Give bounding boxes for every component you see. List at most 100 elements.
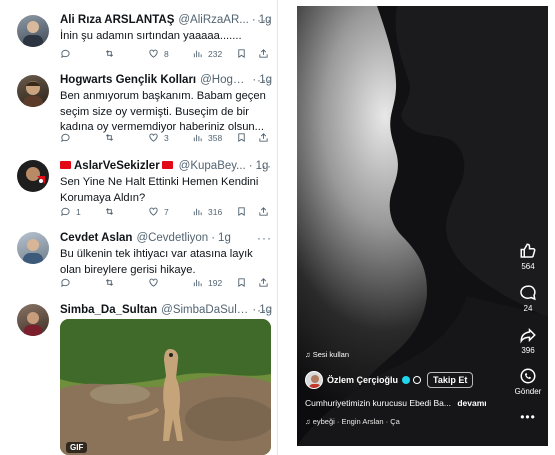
retweet-button[interactable] [104, 132, 138, 143]
reply-button[interactable] [60, 277, 94, 288]
author-name[interactable]: Hogwarts Gençlik Kolları [60, 73, 196, 88]
like-button[interactable]: 3 [148, 132, 182, 143]
like-count: 8 [164, 48, 169, 59]
turkish-flag-icon [60, 161, 71, 169]
reply-icon [61, 207, 70, 217]
caption[interactable]: Cumhuriyetimizin kurucusu Ebedi Ba... de… [305, 398, 487, 408]
bookmark-button[interactable] [236, 206, 248, 217]
more-options-icon[interactable]: ··· [257, 13, 272, 27]
heart-icon [149, 278, 158, 287]
reply-count: 1 [76, 206, 81, 217]
share-icon [259, 133, 268, 142]
timestamp[interactable]: 1g [218, 231, 231, 246]
reply-button[interactable]: 1 [60, 206, 94, 217]
author-row: Özlem Çerçioğlu Takip Et [305, 371, 474, 389]
use-sound-link[interactable]: ♫ Sesi kullan [305, 350, 349, 359]
follow-button[interactable]: Takip Et [427, 372, 474, 388]
tiktok-video-player[interactable]: 564 24 396 Gönder ••• ♫ Sesi kullan Özle… [297, 6, 548, 446]
author-name[interactable]: Özlem Çerçioğlu [327, 375, 398, 385]
more-options-icon[interactable]: ··· [257, 303, 272, 317]
like-button[interactable] [148, 277, 182, 288]
info-icon [413, 376, 422, 384]
reply-button[interactable] [60, 48, 94, 59]
share-button[interactable] [258, 277, 270, 288]
author-name[interactable]: Cevdet Aslan [60, 231, 132, 246]
meerkat-image [60, 319, 271, 455]
separator: · [251, 14, 256, 26]
separator: · [248, 160, 253, 172]
share-icon [259, 207, 268, 216]
author-name[interactable]: Ali Rıza ARSLANTAŞ [60, 13, 174, 28]
more-options-icon[interactable]: ··· [257, 231, 272, 245]
tweet-text: Bu ülkenin tek ihtiyacı var atasına layı… [60, 248, 253, 276]
author-handle[interactable]: @KupaBey... [179, 159, 246, 174]
view-count: 232 [208, 48, 223, 59]
tweet-text: İnin şu adamın sırtından yaaaaa....... [60, 30, 242, 42]
chart-icon [193, 208, 202, 216]
bookmark-button[interactable] [236, 277, 248, 288]
views-button[interactable]: 192 [192, 277, 226, 288]
views-button[interactable]: 232 [192, 48, 226, 59]
comment-action[interactable]: 24 [508, 284, 548, 313]
author-avatar[interactable] [305, 371, 323, 389]
turkish-flag-icon [161, 161, 173, 169]
like-action[interactable]: 564 [508, 242, 548, 271]
author-name[interactable]: Simba_Da_Sultan [60, 303, 157, 318]
heart-icon [149, 133, 158, 142]
more-options-icon[interactable]: ··· [257, 73, 272, 87]
whatsapp-icon [520, 368, 536, 384]
author-name[interactable]: AslarVeSekizler [74, 159, 160, 174]
share-button[interactable] [258, 48, 270, 59]
views-button[interactable]: 358 [192, 132, 226, 143]
chart-icon [193, 134, 202, 142]
share-count: 396 [521, 346, 535, 355]
reply-icon [61, 278, 70, 288]
tweet[interactable]: AslarVeSekizler @KupaBey... · 1g ··· Sen… [8, 154, 277, 226]
share-button[interactable] [258, 132, 270, 143]
view-count: 192 [208, 277, 223, 288]
more-options-icon[interactable]: ••• [508, 410, 548, 424]
like-count: 564 [521, 262, 535, 271]
author-handle[interactable]: @Cevdetliyon [136, 231, 208, 246]
share-arrow-icon [520, 327, 536, 344]
reply-button[interactable] [60, 132, 94, 143]
avatar[interactable] [17, 15, 49, 47]
author-handle[interactable]: @AliRzaAR... [178, 13, 248, 28]
retweet-button[interactable] [104, 277, 138, 288]
author-handle[interactable]: @Hogw... [200, 73, 249, 88]
share-button[interactable] [258, 206, 270, 217]
like-count: 3 [164, 132, 169, 143]
music-row[interactable]: ♫ eybeği · Engin Arslan · Ça [305, 417, 400, 426]
music-note-icon: ♫ [305, 417, 311, 426]
like-button[interactable]: 8 [148, 48, 182, 59]
retweet-icon [105, 208, 114, 215]
tweet[interactable]: Cevdet Aslan @Cevdetliyon · 1g ··· Bu ül… [8, 226, 277, 298]
send-label: Gönder [514, 387, 542, 396]
tweet[interactable]: Hogwarts Gençlik Kolları @Hogw... · 1g ·… [8, 68, 277, 154]
chart-icon [193, 50, 202, 58]
retweet-icon [105, 134, 114, 141]
bookmark-icon [238, 278, 245, 288]
avatar[interactable] [17, 232, 49, 264]
avatar[interactable] [17, 75, 49, 107]
author-handle[interactable]: @SimbaDaSulta... [161, 303, 249, 318]
retweet-button[interactable] [104, 206, 138, 217]
bookmark-icon [238, 207, 245, 217]
avatar[interactable] [17, 160, 49, 192]
bookmark-button[interactable] [236, 48, 248, 59]
retweet-button[interactable] [104, 48, 138, 59]
whatsapp-send-action[interactable]: Gönder [508, 367, 548, 396]
tweet-gif-media[interactable]: GIF [60, 319, 271, 455]
music-ticker-text: eybeği · Engin Arslan · Ça [312, 417, 400, 426]
more-options-icon[interactable]: ··· [257, 159, 272, 173]
tweet[interactable]: Ali Rıza ARSLANTAŞ @AliRzaAR... · 1g ···… [8, 8, 277, 68]
bookmark-button[interactable] [236, 132, 248, 143]
caption-more-link[interactable]: devamı [457, 398, 486, 408]
avatar[interactable] [17, 304, 49, 336]
like-button[interactable]: 7 [148, 206, 182, 217]
tweet-actions: 8 232 [60, 48, 270, 59]
share-action[interactable]: 396 [508, 326, 548, 355]
views-button[interactable]: 316 [192, 206, 226, 217]
view-count: 316 [208, 206, 223, 217]
tweet-actions: 3 358 [60, 132, 270, 143]
